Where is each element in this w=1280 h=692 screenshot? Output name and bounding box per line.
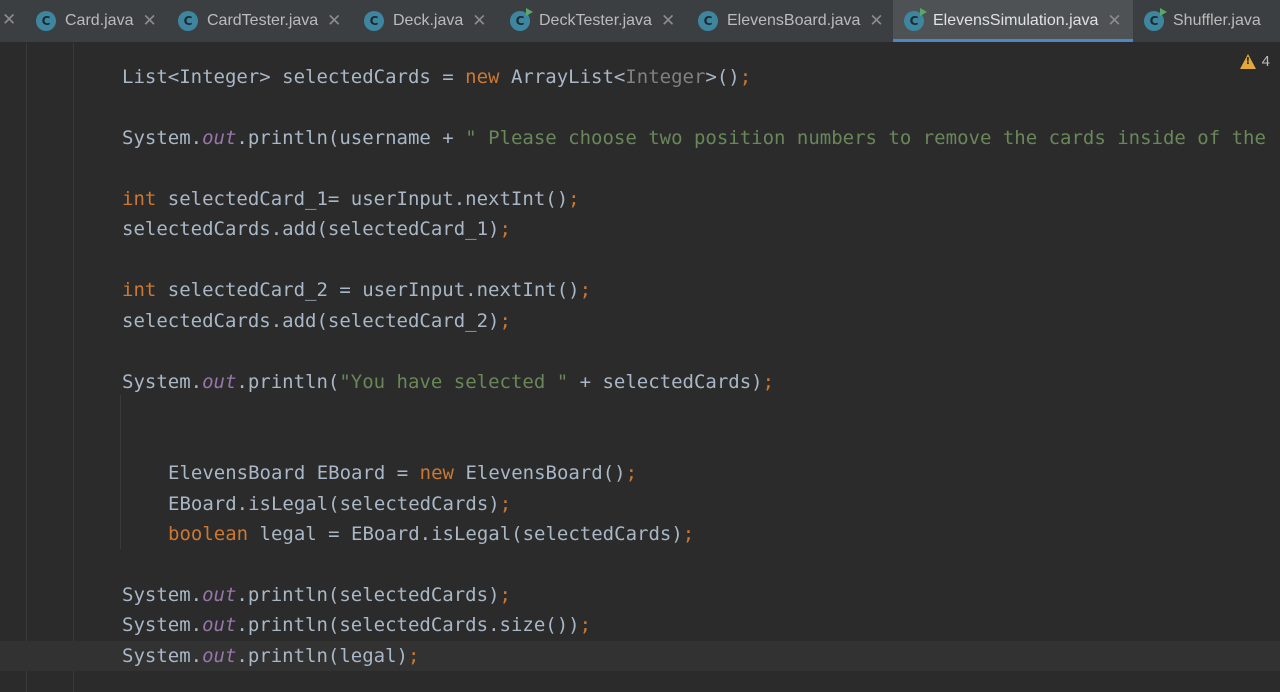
warnings-count: 4 [1261, 53, 1270, 70]
code-line: selectedCards.add(selectedCard_1); [122, 218, 511, 240]
java-runnable-class-icon: C [510, 8, 533, 31]
close-icon[interactable]: ✕ [661, 11, 675, 31]
tab-label: Shuffler.java [1173, 12, 1261, 29]
code-line: System.out.println(selectedCards); [122, 584, 511, 606]
warning-triangle-icon [1239, 54, 1256, 69]
code-line: List<Integer> selectedCards = new ArrayL… [122, 66, 752, 88]
code-line: boolean legal = EBoard.isLegal(selectedC… [168, 523, 695, 545]
tab-label: ElevensSimulation.java [933, 12, 1099, 29]
close-icon[interactable]: ✕ [472, 11, 486, 31]
editor-tab-bar: ✕ C Card.java ✕ C CardTester.java ✕ C De… [0, 0, 1280, 43]
tab-card-java[interactable]: C Card.java ✕ [36, 0, 157, 42]
java-class-icon: C [698, 11, 718, 31]
close-icon[interactable]: ✕ [869, 11, 883, 31]
code-line: System.out.println(selectedCards.size())… [122, 614, 592, 636]
tab-elevenssimulation-java[interactable]: C ElevensSimulation.java ✕ [893, 0, 1133, 42]
tab-label: ElevensBoard.java [727, 12, 861, 29]
tab-label: Card.java [65, 12, 134, 29]
code-line: selectedCards.add(selectedCard_2); [122, 310, 511, 332]
tab-elevensboard-java[interactable]: C ElevensBoard.java ✕ [698, 0, 884, 42]
tab-cardtester-java[interactable]: C CardTester.java ✕ [178, 0, 341, 42]
code-line: EBoard.isLegal(selectedCards); [168, 493, 512, 515]
code-line: int selectedCard_1= userInput.nextInt(); [122, 188, 580, 210]
java-runnable-class-icon: C [904, 8, 927, 31]
code-line: System.out.println("You have selected " … [122, 371, 775, 393]
code-editor[interactable]: 4 List<Integer> selectedCards = new Arra… [0, 43, 1280, 692]
tab-label: Deck.java [393, 12, 464, 29]
close-icon[interactable]: ✕ [142, 11, 156, 31]
tab-shuffler-java[interactable]: C Shuffler.java [1144, 0, 1261, 42]
warnings-indicator[interactable]: 4 [1239, 53, 1270, 70]
java-class-icon: C [36, 11, 56, 31]
tab-deck-java[interactable]: C Deck.java ✕ [364, 0, 487, 42]
indent-guide [73, 43, 74, 692]
gutter-divider [26, 43, 27, 692]
java-runnable-class-icon: C [1144, 8, 1167, 31]
tab-label: DeckTester.java [539, 12, 652, 29]
code-line: System.out.println(legal); [122, 645, 420, 667]
java-class-icon: C [178, 11, 198, 31]
close-icon[interactable]: ✕ [2, 10, 16, 30]
tab-decktester-java[interactable]: C DeckTester.java ✕ [510, 0, 675, 42]
code-line: System.out.println(username + " Please c… [122, 127, 1266, 149]
indent-guide [120, 395, 121, 549]
java-class-icon: C [364, 11, 384, 31]
close-icon[interactable]: ✕ [327, 11, 341, 31]
code-line: int selectedCard_2 = userInput.nextInt()… [122, 279, 592, 301]
code-line: ElevensBoard EBoard = new ElevensBoard()… [168, 462, 638, 484]
tab-label: CardTester.java [207, 12, 319, 29]
close-icon[interactable]: ✕ [1107, 11, 1121, 31]
